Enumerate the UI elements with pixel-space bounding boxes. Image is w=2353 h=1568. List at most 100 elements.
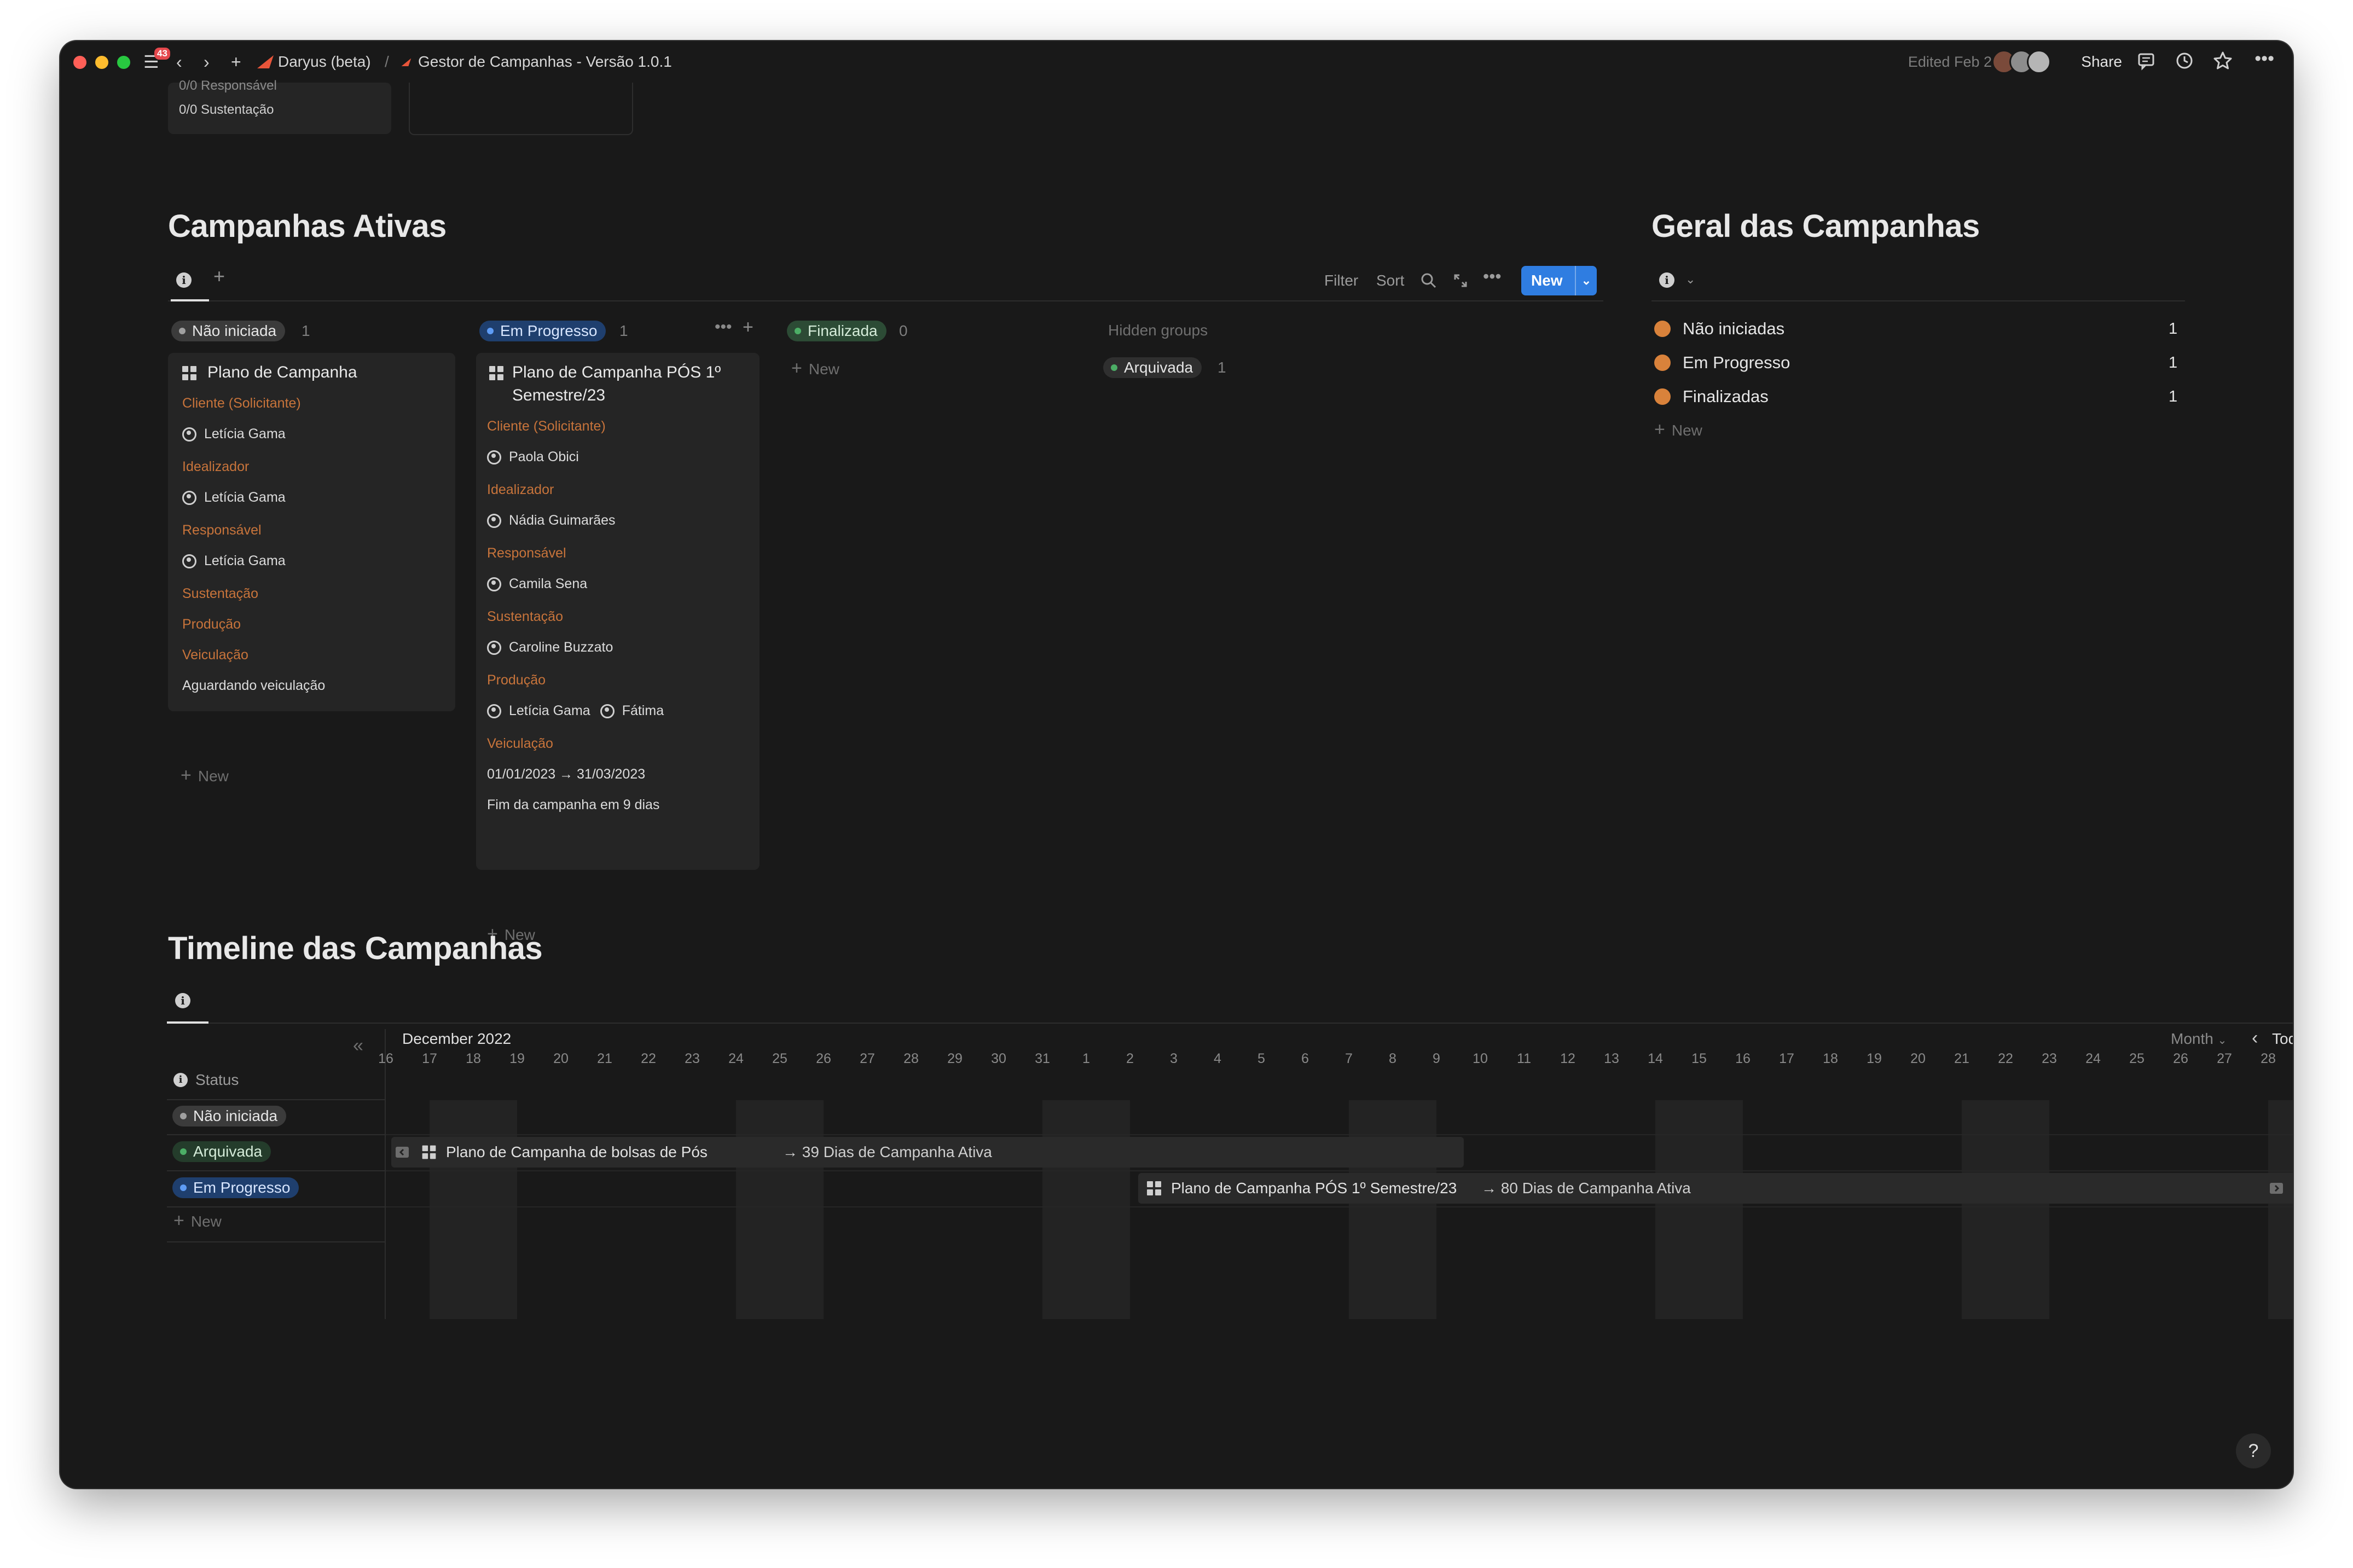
title-bar: ☰ 43 ‹ › + Daryus (beta) / Gestor de Cam… xyxy=(60,41,2293,83)
plus-icon: + xyxy=(791,358,802,379)
add-timeline-group[interactable]: + New xyxy=(173,1210,222,1233)
expand-icon[interactable] xyxy=(1452,272,1469,289)
prop-label-producao: Produção xyxy=(182,617,241,632)
timeline-today-button[interactable]: Today xyxy=(2272,1028,2293,1050)
add-geral-row[interactable]: + New xyxy=(1654,419,1702,442)
timeline-day-label: 2 xyxy=(1126,1051,1134,1066)
timeline-group-em-progresso[interactable]: Em Progresso xyxy=(172,1177,299,1198)
more-options-icon[interactable]: ••• xyxy=(2255,48,2274,69)
campaign-card[interactable]: Plano de Campanha Cliente (Solicitante) … xyxy=(168,353,455,711)
prop-person: Caroline Buzzato xyxy=(487,637,613,657)
filter-button[interactable]: Filter xyxy=(1324,270,1358,292)
share-button[interactable]: Share xyxy=(2081,51,2122,73)
breadcrumb-separator: / xyxy=(385,53,389,70)
status-dot xyxy=(795,328,801,334)
timeline-day-label: 25 xyxy=(2129,1051,2145,1066)
timeline-prev-icon[interactable]: ‹ xyxy=(2252,1027,2258,1049)
comments-icon[interactable] xyxy=(2135,50,2157,72)
prop-label-responsavel: Responsável xyxy=(487,545,566,561)
geral-row-count: 1 xyxy=(2169,354,2178,371)
add-card-finalizada[interactable]: + New xyxy=(791,357,839,380)
back-arrow-icon[interactable]: ‹ xyxy=(176,51,182,73)
new-page-plus-icon[interactable]: + xyxy=(231,51,241,73)
summary-card-empty[interactable] xyxy=(409,83,633,135)
prop-label-responsavel: Responsável xyxy=(182,522,262,538)
chevron-down-icon[interactable]: ⌄ xyxy=(1575,266,1597,295)
prop-person: Camila Sena xyxy=(487,574,587,594)
history-clock-icon[interactable] xyxy=(2174,50,2195,72)
collapse-left-icon[interactable] xyxy=(395,1145,410,1160)
timeline-day-label: 26 xyxy=(816,1051,831,1066)
timeline-day-label: 7 xyxy=(1345,1051,1353,1066)
group-add-plus-icon[interactable]: + xyxy=(743,316,754,338)
not-started-icon xyxy=(1654,321,1671,337)
collaborator-avatars[interactable] xyxy=(1992,50,2052,74)
group-header-finalizada[interactable]: Finalizada xyxy=(787,321,886,341)
new-item-button[interactable]: New ⌄ xyxy=(1521,266,1597,295)
prop-person: Nádia Guimarães xyxy=(487,510,616,530)
timeline-day-label: 28 xyxy=(2261,1051,2276,1066)
sort-button[interactable]: Sort xyxy=(1376,270,1404,292)
timeline-bar-bolsas-pos[interactable]: Plano de Campanha de bolsas de Pós → 39 … xyxy=(391,1137,1464,1168)
maximize-window-button[interactable] xyxy=(117,56,130,69)
geral-row-label[interactable]: Em Progresso xyxy=(1683,351,1790,375)
geral-row-label[interactable]: Não iniciadas xyxy=(1683,317,1784,341)
geral-row-label[interactable]: Finalizadas xyxy=(1683,385,1769,409)
expand-right-icon[interactable] xyxy=(2269,1181,2284,1196)
person-icon xyxy=(182,554,196,568)
timeline-day-label: 22 xyxy=(641,1051,656,1066)
summary-line: 0/0 Responsável xyxy=(179,78,277,93)
board-more-icon[interactable]: ••• xyxy=(1483,265,1502,287)
active-tab-indicator xyxy=(171,299,209,301)
weekend-band xyxy=(430,1100,517,1319)
info-view-tab-icon[interactable]: i xyxy=(1659,272,1674,288)
person-icon xyxy=(487,577,501,591)
close-window-button[interactable] xyxy=(73,56,86,69)
favorite-star-icon[interactable] xyxy=(2212,50,2234,72)
view-chevron-down-icon[interactable]: ⌄ xyxy=(1685,269,1695,291)
timeline-day-label: 27 xyxy=(860,1051,875,1066)
timeline-day-label: 23 xyxy=(2042,1051,2057,1066)
prop-value-veiculacao: Aguardando veiculação xyxy=(182,678,326,693)
breadcrumb-page[interactable]: Gestor de Campanhas - Versão 1.0.1 xyxy=(401,51,672,73)
add-view-plus-icon[interactable]: + xyxy=(213,265,225,287)
plus-icon: + xyxy=(1654,419,1665,440)
timeline-day-label: 21 xyxy=(1954,1051,1969,1066)
prop-label-sustentacao: Sustentação xyxy=(487,609,563,624)
timeline-bar-pos-1-semestre[interactable]: Plano de Campanha PÓS 1º Semestre/23 → 8… xyxy=(1138,1173,2293,1204)
timeline-day-label: 26 xyxy=(2173,1051,2188,1066)
timeline-group-arquivada[interactable]: Arquivada xyxy=(172,1141,271,1162)
info-view-tab-icon[interactable]: i xyxy=(176,272,192,288)
geral-row-count: 1 xyxy=(2169,320,2178,338)
timeline-day-label: 23 xyxy=(685,1051,700,1066)
collapse-double-chevron-icon[interactable]: « xyxy=(353,1035,363,1056)
group-header-em-progresso[interactable]: Em Progresso xyxy=(479,321,606,341)
add-card-nao-iniciada[interactable]: + New xyxy=(181,764,229,787)
timeline-day-label: 19 xyxy=(1867,1051,1882,1066)
forward-arrow-icon[interactable]: › xyxy=(204,51,210,73)
help-button[interactable]: ? xyxy=(2236,1433,2271,1468)
timeline-day-label: 27 xyxy=(2217,1051,2232,1066)
minimize-window-button[interactable] xyxy=(95,56,108,69)
weekend-band xyxy=(2268,1100,2293,1319)
group-header-nao-iniciada[interactable]: Não iniciada xyxy=(171,321,286,341)
page-grid-icon xyxy=(1147,1181,1161,1195)
summary-card[interactable]: 0/0 Responsável 0/0 Sustentação xyxy=(168,78,391,134)
timeline-day-label: 18 xyxy=(466,1051,481,1066)
row-divider xyxy=(386,1170,2293,1171)
timeline-grid[interactable]: December 2022 Month ⌄ ‹ Today › 16171819… xyxy=(378,1027,2293,1319)
hidden-group-arquivada[interactable]: Arquivada xyxy=(1103,357,1202,378)
avatar[interactable] xyxy=(2027,50,2051,74)
breadcrumb-workspace[interactable]: Daryus (beta) xyxy=(257,51,371,73)
info-view-tab-icon[interactable]: i xyxy=(175,993,190,1008)
search-icon[interactable] xyxy=(1420,272,1438,289)
timeline-group-nao-iniciada[interactable]: Não iniciada xyxy=(172,1106,287,1126)
campaign-card[interactable]: Plano de Campanha PÓS 1º Semestre/23 Cli… xyxy=(476,353,760,870)
weekend-band xyxy=(1349,1100,1436,1319)
person-icon xyxy=(182,427,196,442)
group-more-icon[interactable]: ••• xyxy=(715,316,732,338)
timeline-day-label: 13 xyxy=(1604,1051,1619,1066)
timeline-day-label: 14 xyxy=(1648,1051,1663,1066)
timeline-view-select[interactable]: Month ⌄ xyxy=(2171,1028,2227,1052)
status-dot xyxy=(180,1148,187,1155)
